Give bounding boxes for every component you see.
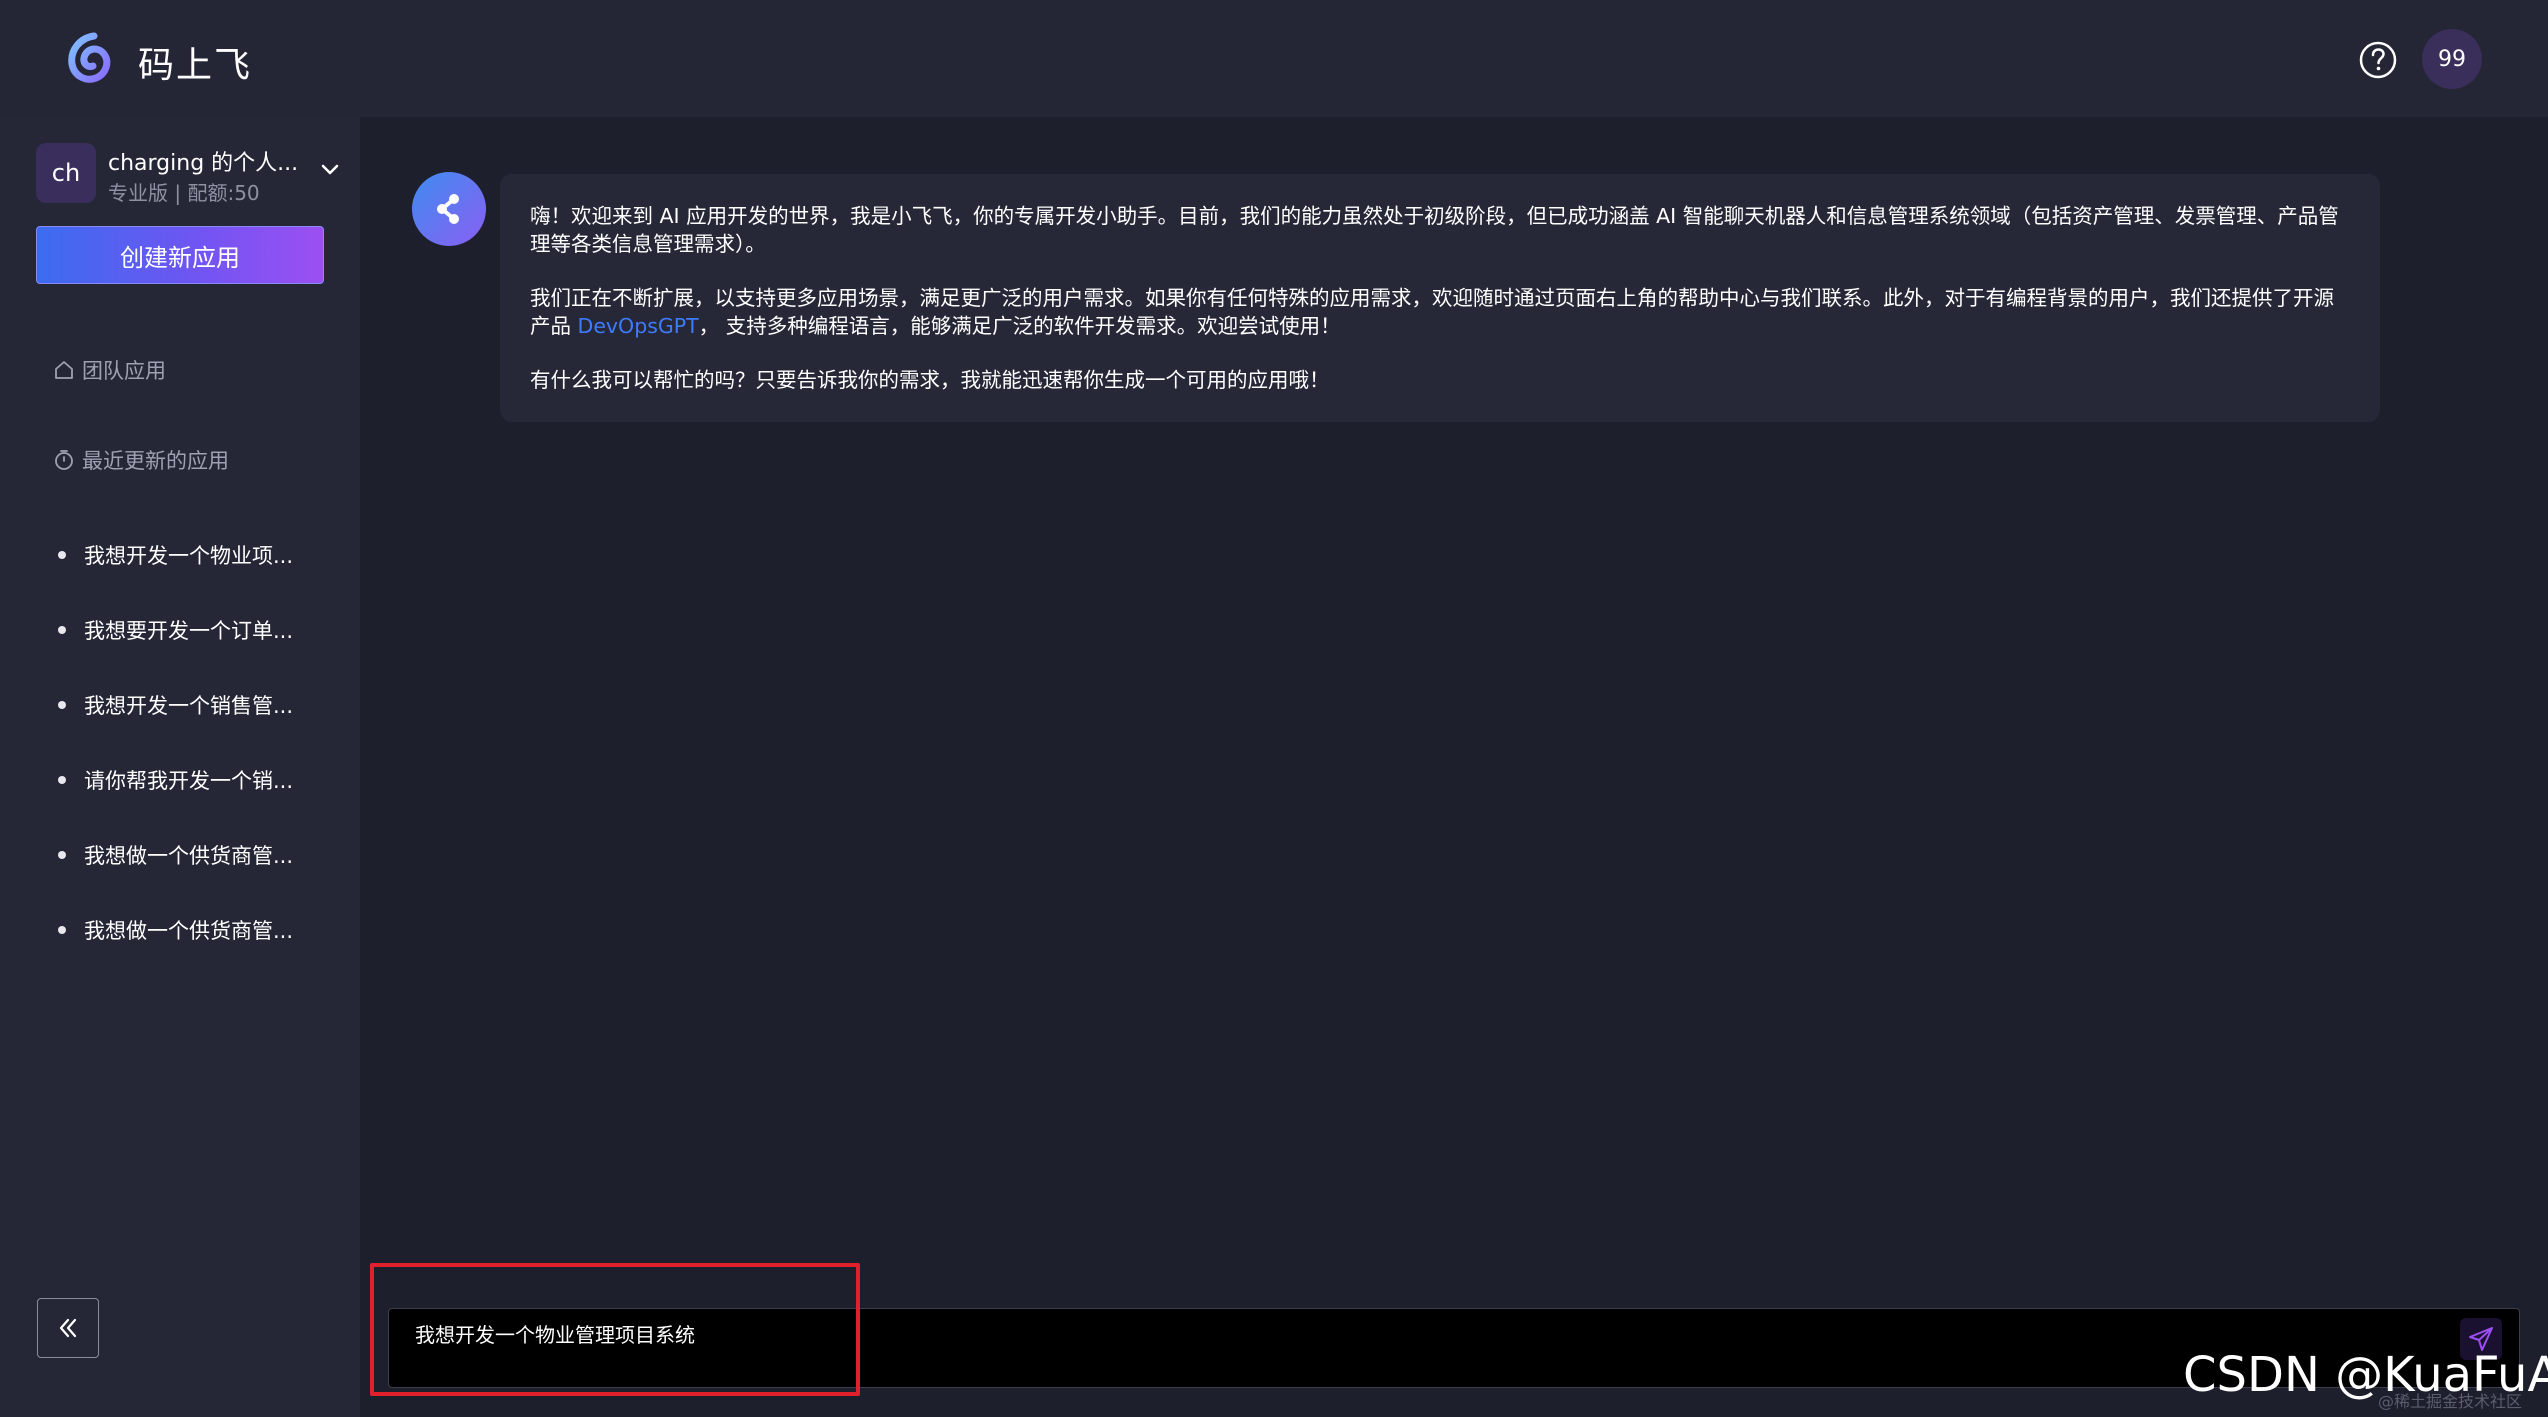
sidebar: ch charging 的个人... 专业版 | 配额:50 创建新应用 团队应… [0, 117, 360, 1417]
logo-icon[interactable] [64, 32, 116, 84]
team-switcher[interactable]: ch charging 的个人... 专业版 | 配额:50 [36, 143, 346, 213]
message-paragraph: 嗨！欢迎来到 AI 应用开发的世界，我是小飞飞，你的专属开发小助手。目前，我们的… [530, 204, 2339, 256]
recent-app-item[interactable]: 我想做一个供货商管... [58, 817, 338, 892]
team-name: charging 的个人... [108, 151, 299, 176]
recent-app-item[interactable]: 我想开发一个销售管... [58, 667, 338, 742]
home-icon [55, 361, 73, 379]
timer-icon [55, 450, 73, 470]
message-paragraph: 有什么我可以帮忙的吗？只要告诉我你的需求，我就能迅速帮你生成一个可用的应用哦！ [530, 368, 1330, 392]
recent-app-item[interactable]: 我想做一个供货商管... [58, 892, 338, 967]
brand-name: 码上飞 [138, 45, 253, 86]
share-icon [437, 194, 459, 224]
recent-apps-list: 我想开发一个物业项... 我想要开发一个订单... 我想开发一个销售管... 请… [58, 517, 338, 967]
collapse-sidebar-button[interactable] [37, 1298, 99, 1358]
watermark-sub: @稀土掘金技术社区 [2378, 1392, 2523, 1411]
message-paragraph: 我们正在不断扩展，以支持更多应用场景，满足更广泛的用户需求。如果你有任何特殊的应… [530, 284, 2350, 340]
bot-message: 嗨！欢迎来到 AI 应用开发的世界，我是小飞飞，你的专属开发小助手。目前，我们的… [500, 174, 2380, 422]
help-icon[interactable] [2358, 40, 2398, 80]
recent-app-item[interactable]: 我想要开发一个订单... [58, 592, 338, 667]
top-bar: 码上飞 99 [0, 0, 2548, 117]
bot-avatar [412, 172, 486, 246]
nav-recent-apps[interactable]: 最近更新的应用 [52, 445, 229, 475]
chevron-down-icon[interactable] [318, 157, 342, 181]
recent-app-item[interactable]: 我想开发一个物业项... [58, 517, 338, 592]
chat-input-value[interactable]: 我想开发一个物业管理项目系统 [415, 1319, 695, 1348]
nav-team-apps-label: 团队应用 [82, 359, 166, 383]
team-plan: 专业版 | 配额:50 [108, 181, 260, 205]
user-avatar[interactable]: 99 [2422, 29, 2482, 89]
nav-recent-apps-label: 最近更新的应用 [82, 449, 229, 473]
create-app-button[interactable]: 创建新应用 [36, 226, 324, 284]
message-text: ， 支持多种编程语言，能够满足广泛的软件开发需求。欢迎尝试使用！ [698, 314, 1341, 338]
recent-app-item[interactable]: 请你帮我开发一个销... [58, 742, 338, 817]
nav-team-apps[interactable]: 团队应用 [52, 355, 166, 385]
team-avatar: ch [36, 143, 96, 203]
devopsgpt-link[interactable]: DevOpsGPT [578, 314, 699, 338]
double-chevron-left-icon [59, 1318, 77, 1338]
